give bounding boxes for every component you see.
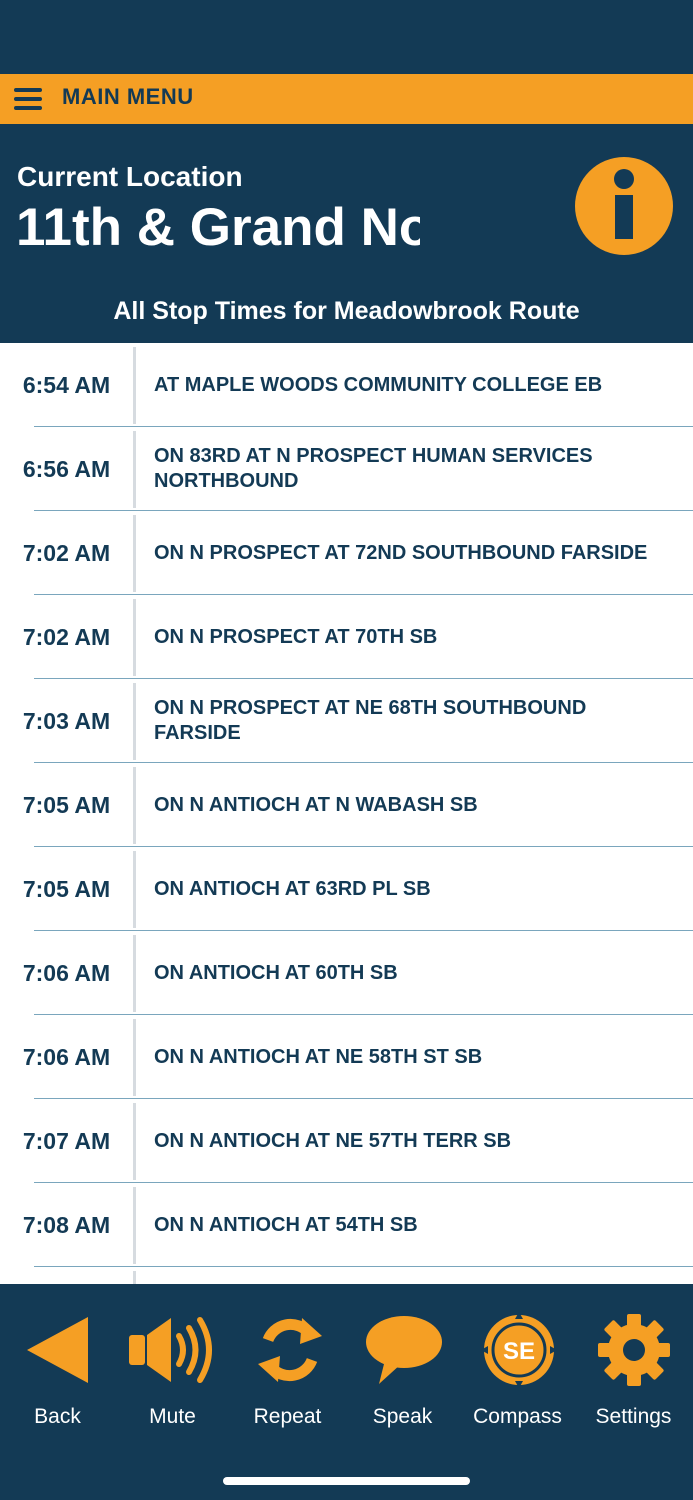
stop-time: 7:05 AM — [22, 791, 111, 818]
current-location-label: Current Location — [17, 161, 243, 192]
current-location-clip: 11th & Grand No — [16, 198, 420, 262]
stop-name: ON 83RD AT N PROSPECT HUMAN SERVICES NOR… — [154, 445, 593, 492]
stop-row[interactable]: 6:54 AM AT MAPLE WOODS COMMUNITY COLLEGE … — [0, 343, 693, 427]
stop-time: 7:05 AM — [22, 875, 111, 902]
speech-bubble-icon — [366, 1316, 442, 1384]
column-divider — [133, 683, 136, 760]
stop-name — [154, 1267, 673, 1284]
stop-name: ON N ANTIOCH AT N WABASH SB — [154, 793, 478, 816]
settings-button[interactable]: Settings — [576, 1310, 691, 1440]
column-divider — [133, 599, 136, 676]
stop-name: ON N PROSPECT AT 70TH SB — [154, 625, 438, 648]
stop-time: 6:54 AM — [22, 371, 111, 398]
stop-row[interactable]: 7:06 AM ON N ANTIOCH AT NE 58TH ST SB — [0, 1015, 693, 1099]
repeat-icon — [258, 1318, 322, 1382]
stop-time: 7:02 AM — [22, 539, 111, 566]
column-divider — [133, 767, 136, 844]
home-indicator[interactable] — [223, 1477, 470, 1485]
info-button[interactable] — [575, 157, 673, 255]
stop-name: ON N PROSPECT AT NE 68TH SOUTHBOUND FARS… — [154, 697, 587, 744]
column-divider — [133, 515, 136, 592]
compass-heading: SE — [503, 1338, 535, 1365]
stop-time: 6:56 AM — [22, 455, 111, 482]
back-arrow-icon — [27, 1317, 88, 1383]
stop-name: ON N ANTIOCH AT NE 58TH ST SB — [154, 1045, 483, 1068]
stop-row[interactable]: 7:02 AM ON N PROSPECT AT 70TH SB — [0, 595, 693, 679]
stop-row[interactable]: 7:03 AM ON N PROSPECT AT NE 68TH SOUTHBOU… — [0, 679, 693, 763]
speak-button[interactable]: Speak — [345, 1310, 460, 1440]
stop-row[interactable]: 7:05 AM ON N ANTIOCH AT N WABASH SB — [0, 763, 693, 847]
back-label: Back — [34, 1405, 81, 1428]
repeat-label: Repeat — [253, 1405, 322, 1428]
stop-name: ON ANTIOCH AT 60TH SB — [154, 961, 398, 984]
stop-time: 7:08 AM — [22, 1211, 111, 1238]
route-title: All Stop Times for Meadowbrook Route — [113, 297, 580, 325]
info-icon — [614, 169, 634, 189]
status-bar — [0, 0, 693, 74]
mute-label: Mute — [149, 1405, 196, 1428]
column-divider — [133, 431, 136, 508]
stop-time: 7:02 AM — [22, 623, 111, 650]
compass-icon: SE — [481, 1312, 557, 1388]
stop-row[interactable]: 7:05 AM ON ANTIOCH AT 63RD PL SB — [0, 847, 693, 931]
location-header: Current Location 11th & Grand No All Sto… — [0, 124, 693, 343]
stop-time: 7:07 AM — [22, 1127, 111, 1154]
back-button[interactable]: Back — [0, 1310, 115, 1440]
stop-time — [0, 1267, 133, 1284]
column-divider — [133, 1103, 136, 1180]
speak-label: Speak — [372, 1405, 433, 1428]
stop-name: ON N ANTIOCH AT 54TH SB — [154, 1213, 418, 1236]
stop-name: ON N ANTIOCH AT NE 57TH TERR SB — [154, 1129, 512, 1152]
column-divider — [133, 1271, 136, 1284]
column-divider — [133, 1187, 136, 1264]
settings-label: Settings — [595, 1405, 672, 1428]
compass-label: Compass — [473, 1405, 562, 1428]
stop-time: 7:03 AM — [22, 707, 111, 734]
stop-time: 7:06 AM — [22, 959, 111, 986]
gear-icon — [598, 1314, 670, 1386]
bottom-toolbar: Back Mute Repeat Speak SE Compass Settin… — [0, 1284, 693, 1500]
stop-row[interactable]: 7:08 AM ON N ANTIOCH AT 54TH SB — [0, 1183, 693, 1267]
stop-row[interactable]: 6:56 AM ON 83RD AT N PROSPECT HUMAN SERVI… — [0, 427, 693, 511]
repeat-button[interactable]: Repeat — [230, 1310, 345, 1440]
column-divider — [133, 347, 136, 424]
stop-time: 7:06 AM — [22, 1043, 111, 1070]
column-divider — [133, 935, 136, 1012]
current-location-value: 11th & Grand No — [16, 198, 420, 257]
stop-row[interactable]: 7:07 AM ON N ANTIOCH AT NE 57TH TERR SB — [0, 1099, 693, 1183]
speaker-icon — [129, 1317, 212, 1383]
stop-row[interactable]: 7:06 AM ON ANTIOCH AT 60TH SB — [0, 931, 693, 1015]
stop-name: ON N PROSPECT AT 72ND SOUTHBOUND FARSIDE — [154, 541, 648, 564]
mute-button[interactable]: Mute — [115, 1310, 230, 1440]
column-divider — [133, 851, 136, 928]
column-divider — [133, 1019, 136, 1096]
stop-row[interactable]: 7:02 AM ON N PROSPECT AT 72ND SOUTHBOUND … — [0, 511, 693, 595]
main-menu-label[interactable]: MAIN MENU — [62, 84, 194, 110]
stop-name: AT MAPLE WOODS COMMUNITY COLLEGE EB — [154, 373, 603, 396]
compass-button[interactable]: SE Compass — [460, 1310, 575, 1440]
stop-row[interactable] — [0, 1267, 693, 1284]
hamburger-menu-icon[interactable] — [14, 88, 42, 110]
stop-times-list[interactable]: 6:54 AM AT MAPLE WOODS COMMUNITY COLLEGE … — [0, 343, 693, 1284]
stop-name: ON ANTIOCH AT 63RD PL SB — [154, 877, 431, 900]
